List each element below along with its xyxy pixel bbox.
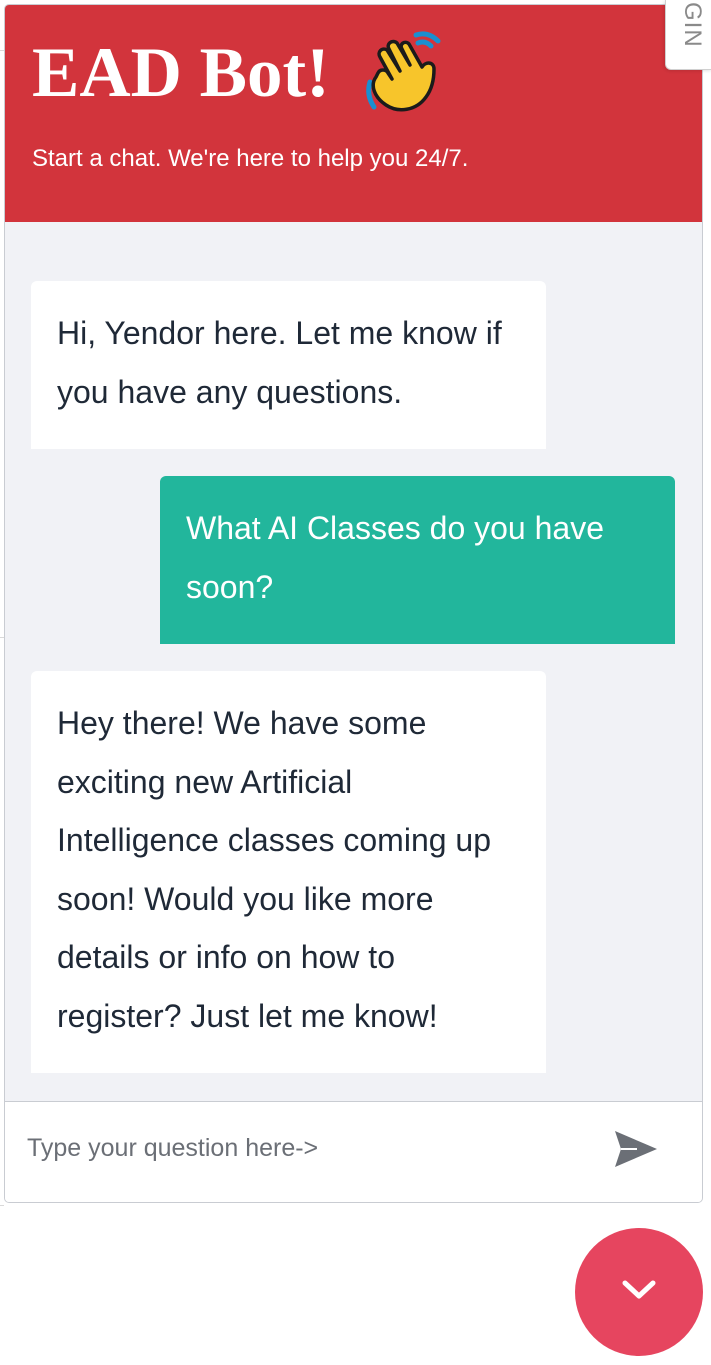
chevron-down-icon [621, 1279, 657, 1306]
chat-title-text: EAD Bot! [32, 34, 330, 112]
message-list[interactable]: Hi, Yendor here. Let me know if you have… [5, 222, 702, 1102]
page-divider [0, 1205, 4, 1206]
side-tab[interactable]: GIN [665, 0, 711, 70]
chat-header: EAD Bot! Start a chat. We're here to hel… [5, 5, 702, 222]
user-message: What AI Classes do you have soon? [160, 476, 675, 644]
chat-widget: EAD Bot! Start a chat. We're here to hel… [4, 4, 703, 1203]
bot-message: Hey there! We have some exciting new Art… [31, 671, 546, 1073]
waving-hand-icon [356, 27, 448, 119]
send-button[interactable] [610, 1127, 662, 1175]
bot-message: Hi, Yendor here. Let me know if you have… [31, 281, 546, 449]
chat-subtitle: Start a chat. We're here to help you 24/… [32, 145, 469, 172]
send-icon [613, 1129, 659, 1174]
side-tab-label: GIN [679, 2, 706, 48]
chat-toggle-button[interactable] [575, 1228, 703, 1356]
chat-title: EAD Bot! [32, 25, 448, 121]
question-input[interactable] [25, 1124, 589, 1172]
message-composer [5, 1101, 702, 1202]
